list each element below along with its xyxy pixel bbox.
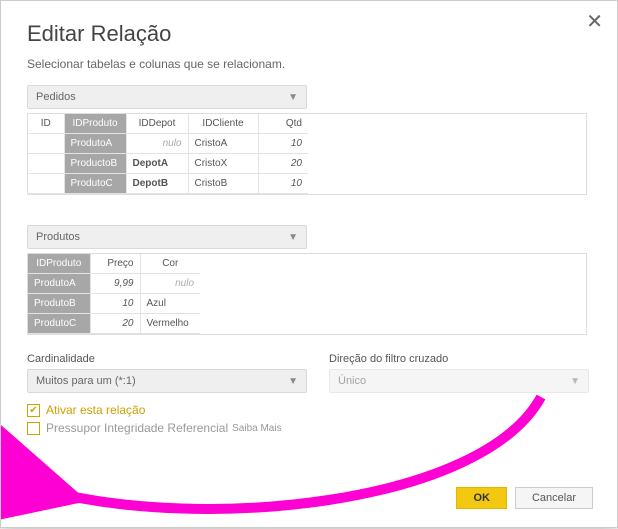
table-row[interactable]: ProdutoA nulo CristoA 10 [28,134,308,154]
activate-relationship-checkbox[interactable]: ✔ [27,404,40,417]
t1-col-idproduto[interactable]: IDProduto [64,114,126,134]
table1-grid[interactable]: ID IDProduto IDDepot IDCliente Qtd Produ… [27,113,587,195]
crossfilter-value: Único [338,375,366,387]
table1-select-label: Pedidos [36,91,76,103]
close-button[interactable]: ✕ [586,9,603,34]
chevron-down-icon: ▼ [570,376,580,387]
table-row[interactable]: ProdutoA 9,99 nulo [28,274,200,294]
table2-grid[interactable]: IDProduto Preço Cor ProdutoA 9,99 nulo P… [27,253,587,335]
table2-select[interactable]: Produtos ▼ [27,225,307,249]
table-row[interactable]: ProdutoC DepotB CristoB 10 [28,174,308,194]
chevron-down-icon: ▼ [288,376,298,387]
table-row[interactable]: ProdutoB 10 Azul [28,294,200,314]
dialog-subtitle: Selecionar tabelas e colunas que se rela… [27,57,591,71]
t1-col-iddepot[interactable]: IDDepot [126,114,188,134]
cardinality-select[interactable]: Muitos para um (*:1) ▼ [27,369,307,393]
t1-col-idcliente[interactable]: IDCliente [188,114,258,134]
ok-button[interactable]: OK [456,487,507,509]
cancel-button[interactable]: Cancelar [515,487,593,509]
cardinality-label: Cardinalidade [27,353,307,365]
edit-relationship-dialog: ✕ Editar Relação Selecionar tabelas e co… [0,0,618,528]
referential-integrity-label: Pressupor Integridade Referencial [46,421,228,435]
t2-col-cor[interactable]: Cor [140,254,200,274]
learn-more-link[interactable]: Saiba Mais [232,423,281,434]
chevron-down-icon: ▼ [288,232,298,243]
t1-col-qtd[interactable]: Qtd [258,114,308,134]
table-row[interactable]: ProductoB DepotA CristoX 20 [28,154,308,174]
cardinality-value: Muitos para um (*:1) [36,375,136,387]
table2-select-label: Produtos [36,231,80,243]
t2-col-preco[interactable]: Preço [90,254,140,274]
crossfilter-label: Direção do filtro cruzado [329,353,591,365]
activate-relationship-label: Ativar esta relação [46,403,145,417]
t2-col-idproduto[interactable]: IDProduto [28,254,90,274]
t1-col-id[interactable]: ID [28,114,64,134]
crossfilter-select[interactable]: Único ▼ [329,369,589,393]
table1-select[interactable]: Pedidos ▼ [27,85,307,109]
table-row[interactable]: ProdutoC 20 Vermelho [28,314,200,334]
chevron-down-icon: ▼ [288,92,298,103]
dialog-title: Editar Relação [27,21,591,47]
referential-integrity-checkbox[interactable] [27,422,40,435]
